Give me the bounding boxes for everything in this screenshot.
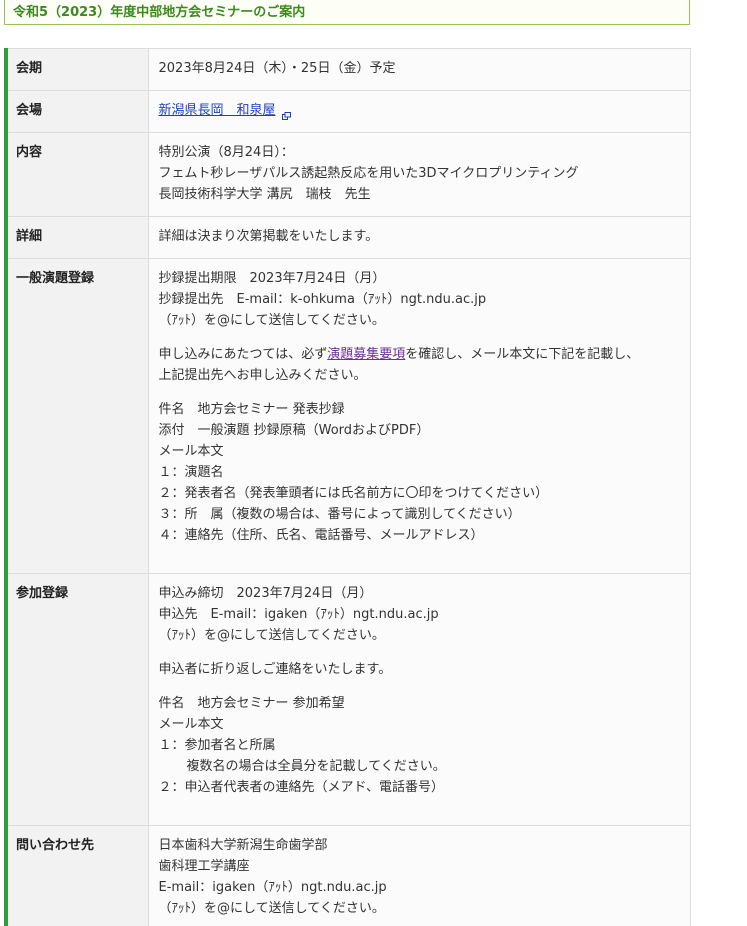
- general-submission-block: 抄録提出期限 2023年7月24日（月） 抄録提出先 E-mail：k-ohku…: [159, 268, 681, 331]
- label-participation: 参加登録: [4, 573, 149, 826]
- row-participation: 参加登録 申込み締切 2023年7月24日（月） 申込先 E-mail：igak…: [4, 573, 691, 826]
- participation-body-heading: メール本文: [158, 717, 224, 732]
- general-attachment: 添付 一般演題 抄録原稿（WordおよびPDF）: [158, 423, 430, 438]
- value-participation: 申込み締切 2023年7月24日（月） 申込先 E-mail：igaken（ｱｯ…: [147, 573, 691, 826]
- participation-subject: 件名 地方会セミナー 参加希望: [158, 696, 345, 711]
- general-apply-line2: 上記提出先へお申し込みください。: [158, 368, 367, 383]
- participation-mail-block: 件名 地方会セミナー 参加希望 メール本文 １：参加者名と所属 複数名の場合は全…: [159, 693, 681, 798]
- page: 令和5（2023）年度中部地方会セミナーのご案内 会期 2023年8月24日（木…: [0, 0, 747, 926]
- label-general-registration: 一般演題登録: [4, 258, 149, 574]
- value-contact: 日本歯科大学新潟生命歯学部 歯科理工学講座 E-mail：igaken（ｱｯﾄ）…: [147, 825, 691, 926]
- general-body-item: ４：連絡先（住所、氏名、電話番号、メールアドレス）: [158, 528, 484, 543]
- participation-at-note: （ｱｯﾄ）を@にして送信してください。: [158, 628, 385, 643]
- general-at-note: （ｱｯﾄ）を@にして送信してください。: [158, 313, 385, 328]
- content-line: 特別公演（8月24日）：: [158, 145, 294, 160]
- venue-line: 新潟県長岡 和泉屋: [159, 100, 681, 121]
- content-line: 長岡技術科学大学 溝尻 瑞枝 先生: [158, 187, 371, 202]
- general-submit-to: 抄録提出先 E-mail：k-ohkuma（ｱｯﾄ）ngt.ndu.ac.jp: [158, 292, 487, 307]
- row-contact: 問い合わせ先 日本歯科大学新潟生命歯学部 歯科理工学講座 E-mail：igak…: [4, 825, 691, 926]
- contact-line: （ｱｯﾄ）を@にして送信してください。: [158, 901, 385, 916]
- contact-line: 歯科理工学講座: [158, 859, 250, 874]
- row-venue: 会場 新潟県長岡 和泉屋: [4, 90, 691, 133]
- seminar-info-table: 会期 2023年8月24日（木）・25日（金）予定 会場 新潟県長岡 和泉屋 内…: [4, 48, 691, 926]
- participation-submission-block: 申込み締切 2023年7月24日（月） 申込先 E-mail：igaken（ｱｯ…: [159, 583, 681, 646]
- section-title-box: 令和5（2023）年度中部地方会セミナーのご案内: [4, 0, 690, 25]
- general-mail-block: 件名 地方会セミナー 発表抄録 添付 一般演題 抄録原稿（WordおよびPDF）…: [159, 399, 681, 546]
- row-content: 内容 特別公演（8月24日）： フェムト秒レーザパルス誘起熱反応を用いた3Dマイ…: [4, 132, 691, 217]
- participation-reply-block: 申込者に折り返しご連絡をいたします。: [159, 659, 681, 680]
- period-text: 2023年8月24日（木）・25日（金）予定: [158, 61, 396, 76]
- general-body-item: ２：発表者名（発表筆頭者には氏名前方に〇印をつけてください）: [158, 486, 549, 501]
- details-text: 詳細は決まり次第掲載をいたします。: [158, 229, 379, 244]
- value-content: 特別公演（8月24日）： フェムト秒レーザパルス誘起熱反応を用いた3Dマイクロプ…: [147, 132, 691, 217]
- contact-line: E-mail：igaken（ｱｯﾄ）ngt.ndu.ac.jp: [158, 880, 387, 895]
- value-venue: 新潟県長岡 和泉屋: [147, 90, 691, 133]
- participation-submit-to: 申込先 E-mail：igaken（ｱｯﾄ）ngt.ndu.ac.jp: [158, 607, 439, 622]
- participation-item-1-sub: 複数名の場合は全員分を記載してください。: [186, 759, 446, 774]
- value-general-registration: 抄録提出期限 2023年7月24日（月） 抄録提出先 E-mail：k-ohku…: [147, 258, 691, 574]
- contact-line: 日本歯科大学新潟生命歯学部: [158, 838, 328, 853]
- label-period: 会期: [4, 48, 149, 91]
- external-link-icon[interactable]: [281, 106, 291, 120]
- label-venue: 会場: [4, 90, 149, 133]
- apply-suffix: を確認し、メール本文に下記を記載し、: [405, 347, 640, 362]
- general-deadline: 抄録提出期限 2023年7月24日（月）: [158, 271, 386, 286]
- content-line: フェムト秒レーザパルス誘起熱反応を用いた3Dマイクロプリンティング: [158, 166, 579, 181]
- page-title: 令和5（2023）年度中部地方会セミナーのご案内: [13, 5, 306, 20]
- row-details: 詳細 詳細は決まり次第掲載をいたします。: [4, 216, 691, 259]
- guidelines-link[interactable]: 演題募集要項: [327, 347, 405, 362]
- label-content: 内容: [4, 132, 149, 217]
- row-period: 会期 2023年8月24日（木）・25日（金）予定: [4, 48, 691, 91]
- venue-link[interactable]: 新潟県長岡 和泉屋: [159, 103, 276, 118]
- value-period: 2023年8月24日（木）・25日（金）予定: [147, 48, 691, 91]
- general-body-item: １：演題名: [158, 465, 224, 480]
- general-apply-line: 申し込みにあたつては、必ず演題募集要項を確認し、メール本文に下記を記載し、: [159, 344, 681, 365]
- general-body-item: ３：所 属（複数の場合は、番号によって識別してください）: [158, 507, 521, 522]
- participation-reply-note: 申込者に折り返しご連絡をいたします。: [158, 662, 392, 677]
- value-details: 詳細は決まり次第掲載をいたします。: [147, 216, 691, 259]
- row-general-registration: 一般演題登録 抄録提出期限 2023年7月24日（月） 抄録提出先 E-mail…: [4, 258, 691, 574]
- apply-prefix: 申し込みにあたつては、必ず: [158, 347, 328, 362]
- label-details: 詳細: [4, 216, 149, 259]
- label-contact: 問い合わせ先: [4, 825, 149, 926]
- general-subject: 件名 地方会セミナー 発表抄録: [158, 402, 345, 417]
- general-apply-block: 申し込みにあたつては、必ず演題募集要項を確認し、メール本文に下記を記載し、 上記…: [159, 344, 681, 386]
- participation-item-1: １：参加者名と所属: [158, 738, 276, 753]
- general-body-heading: メール本文: [158, 444, 224, 459]
- participation-deadline: 申込み締切 2023年7月24日（月）: [158, 586, 373, 601]
- participation-item-2: ２：申込者代表者の連絡先（メアド、電話番号）: [158, 780, 444, 795]
